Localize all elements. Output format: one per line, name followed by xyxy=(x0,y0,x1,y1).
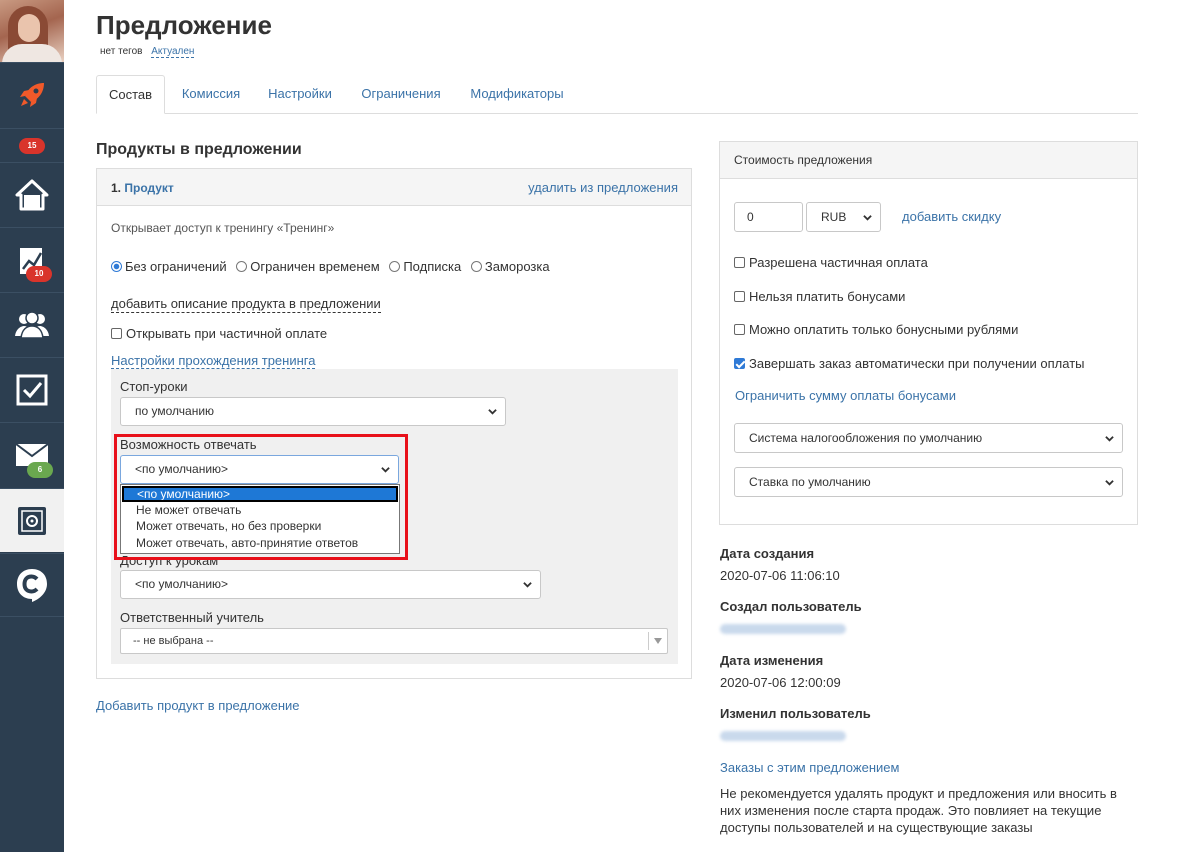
home-icon xyxy=(15,179,49,210)
radio-freeze[interactable]: Заморозка xyxy=(470,259,550,274)
training-settings-link[interactable]: Настройки прохождения тренинга xyxy=(111,353,316,369)
notification-badge: 15 xyxy=(19,138,45,154)
radio-unlimited[interactable]: Без ограничений xyxy=(111,259,227,274)
radio-time-limited[interactable]: Ограничен временем xyxy=(236,259,380,274)
radio-dot[interactable] xyxy=(111,261,122,272)
bonus-only-checkbox[interactable] xyxy=(734,324,745,335)
stats-badge: 10 xyxy=(26,266,52,282)
tax-system-select[interactable]: Система налогообложения по умолчанию xyxy=(734,423,1123,453)
mail-badge: 6 xyxy=(27,462,53,478)
auto-complete-row[interactable]: Завершать заказ автоматически при получе… xyxy=(734,356,1085,371)
chevron-down-icon xyxy=(488,409,497,415)
answer-option-cannot[interactable]: Не может отвечать xyxy=(121,502,399,518)
partial-payment-row[interactable]: Разрешена частичная оплата xyxy=(734,255,928,270)
sidebar: 15 10 6 xyxy=(0,0,64,852)
add-description-link[interactable]: добавить описание продукта в предложении xyxy=(111,296,381,313)
tab-composition[interactable]: Состав xyxy=(96,75,165,114)
rocket-icon xyxy=(20,82,44,107)
answer-option-no-check[interactable]: Может отвечать, но без проверки xyxy=(121,518,399,534)
product-panel-header: 1. Продукт удалить из предложения xyxy=(97,169,691,206)
teacher-label: Ответственный учитель xyxy=(120,610,264,625)
access-lessons-select[interactable]: <по умолчанию> xyxy=(120,570,541,599)
open-partial-row[interactable]: Открывать при частичной оплате xyxy=(111,326,327,341)
status-link[interactable]: Актуален xyxy=(151,46,195,58)
chevron-down-icon xyxy=(381,467,390,473)
radio-dot[interactable] xyxy=(389,261,401,272)
modified-by-user-blurred[interactable] xyxy=(720,731,846,741)
created-by-user-blurred[interactable] xyxy=(720,624,846,634)
teacher-select[interactable]: -- не выбрана -- xyxy=(120,628,668,654)
chevron-down-icon xyxy=(523,582,532,588)
access-type-radios: Без ограничений Ограничен временем Подпи… xyxy=(111,259,550,274)
users-icon xyxy=(15,310,49,339)
answer-option-default[interactable]: <по умолчанию> xyxy=(122,486,398,502)
chevron-down-icon xyxy=(1105,480,1114,486)
sidebar-item-rocket[interactable] xyxy=(0,62,64,126)
product-name-link[interactable]: Продукт xyxy=(124,181,173,195)
price-panel-header: Стоимость предложения xyxy=(720,142,1137,179)
chevron-down-icon xyxy=(863,215,872,221)
created-by-label: Создал пользователь xyxy=(720,599,862,614)
created-value: 2020-07-06 11:06:10 xyxy=(720,568,840,583)
price-amount-input[interactable]: 0 xyxy=(734,202,803,232)
modified-value: 2020-07-06 12:00:09 xyxy=(720,675,841,690)
sidebar-item-mail[interactable]: 6 xyxy=(0,422,64,486)
tabs-bar: Состав Комиссия Настройки Ограничения Мо… xyxy=(96,75,1138,114)
orders-link[interactable]: Заказы с этим предложением xyxy=(720,760,899,775)
sidebar-item-users[interactable] xyxy=(0,292,64,356)
add-discount-link[interactable]: добавить скидку xyxy=(902,209,1001,224)
open-partial-checkbox[interactable] xyxy=(111,328,122,339)
sidebar-item-chat[interactable] xyxy=(0,553,64,617)
stop-lessons-label: Стоп-уроки xyxy=(120,379,188,394)
tab-modifiers[interactable]: Модификаторы xyxy=(462,75,572,114)
radio-dot[interactable] xyxy=(236,261,248,272)
stop-lessons-select[interactable]: по умолчанию xyxy=(120,397,506,426)
tab-settings[interactable]: Настройки xyxy=(260,75,340,114)
sidebar-item-home[interactable] xyxy=(0,162,64,226)
answer-option-auto-accept[interactable]: Может отвечать, авто-принятие ответов xyxy=(121,535,399,551)
page-title: Предложение xyxy=(96,10,272,40)
chevron-down-icon xyxy=(1105,436,1114,442)
access-lessons-label: Доступ к урокам xyxy=(120,553,219,568)
sidebar-item-tasks[interactable] xyxy=(0,357,64,421)
no-bonus-checkbox[interactable] xyxy=(734,291,745,302)
answer-label: Возможность отвечать xyxy=(120,437,257,452)
chat-icon xyxy=(17,569,47,602)
modified-by-label: Изменил пользователь xyxy=(720,706,871,721)
limit-bonus-link[interactable]: Ограничить сумму оплаты бонусами xyxy=(735,388,956,403)
partial-payment-checkbox[interactable] xyxy=(734,257,745,268)
product-number: 1. xyxy=(111,181,122,195)
safe-icon xyxy=(18,506,46,535)
auto-complete-checkbox[interactable] xyxy=(734,358,745,369)
radio-subscription[interactable]: Подписка xyxy=(389,259,461,274)
no-bonus-row[interactable]: Нельзя платить бонусами xyxy=(734,289,905,304)
answer-select[interactable]: <по умолчанию> xyxy=(120,455,399,484)
checkbox-icon xyxy=(16,374,48,405)
no-tags-label: нет тегов xyxy=(100,46,143,57)
radio-dot[interactable] xyxy=(470,261,482,272)
remove-product-link[interactable]: удалить из предложения xyxy=(528,180,678,195)
tab-limits[interactable]: Ограничения xyxy=(350,75,452,114)
modified-label: Дата изменения xyxy=(720,653,824,668)
answer-options-list: <по умолчанию> Не может отвечать Может о… xyxy=(120,484,400,554)
sidebar-badge-row: 15 xyxy=(0,128,64,162)
products-heading: Продукты в предложении xyxy=(96,141,302,158)
sidebar-item-safe[interactable] xyxy=(0,488,64,552)
bonus-only-row[interactable]: Можно оплатить только бонусными рублями xyxy=(734,322,1018,337)
caret-down-icon xyxy=(654,638,662,644)
avatar[interactable] xyxy=(0,0,64,62)
tax-rate-select[interactable]: Ставка по умолчанию xyxy=(734,467,1123,497)
select-divider xyxy=(648,632,649,650)
warning-text: Не рекомендуется удалять продукт и предл… xyxy=(720,786,1117,835)
tags-row: нет тегов Актуален xyxy=(100,46,195,58)
access-text: Открывает доступ к тренингу «Тренинг» xyxy=(111,221,335,235)
currency-select[interactable]: RUB xyxy=(806,202,881,232)
created-label: Дата создания xyxy=(720,546,815,561)
sidebar-item-stats[interactable]: 10 xyxy=(0,227,64,291)
add-product-link[interactable]: Добавить продукт в предложение xyxy=(96,698,300,713)
tab-commission[interactable]: Комиссия xyxy=(173,75,249,114)
